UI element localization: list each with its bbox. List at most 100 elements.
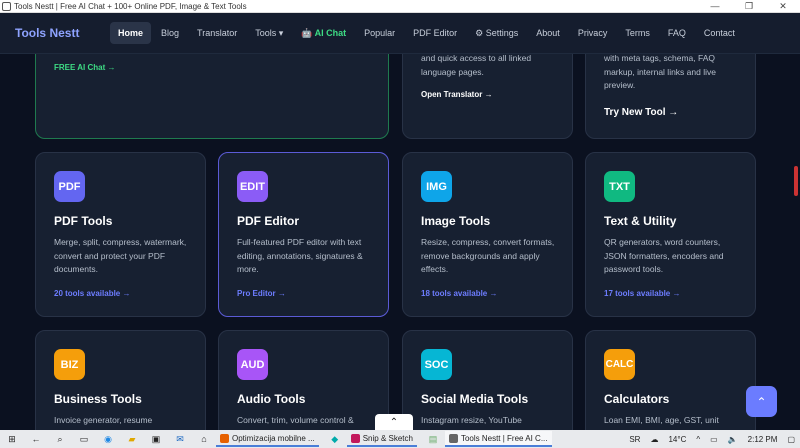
card-link[interactable]: 18 tools available → [421,289,497,298]
new-tool-card-link[interactable]: Try New Tool → [604,107,678,118]
outlook-icon[interactable]: ✉ [173,433,187,445]
taskbar-app-label: Snip & Sketch [362,433,413,443]
brand-logo[interactable]: Tools Nestt [15,26,110,40]
social-icon: SOC [421,349,452,380]
minimize-button[interactable]: — [698,1,732,11]
file-explorer-icon[interactable]: ▰ [125,433,139,445]
page-scrollbar[interactable] [792,54,800,430]
app-icon[interactable]: ◆ [328,433,342,445]
nav-terms[interactable]: Terms [617,22,658,44]
main-content: FREE AI Chat → and quick access to all l… [0,54,792,430]
temperature[interactable]: 14°C [668,435,686,444]
card-link[interactable]: 17 tools available → [604,289,680,298]
category-card[interactable]: EDIT PDF Editor Full-featured PDF editor… [218,152,389,317]
ai-chat-card-link[interactable]: FREE AI Chat → [54,63,115,72]
display-icon[interactable]: ▭ [710,435,718,444]
notepad-icon[interactable]: ▤ [426,433,440,445]
text-icon: TXT [604,171,635,202]
card-title: Image Tools [421,214,491,228]
network-app-icon[interactable]: ⌂ [197,433,211,445]
nav-menu: Home Blog Translator Tools ▾ 🤖 AI Chat P… [110,22,745,45]
window-title: Tools Nestt | Free AI Chat + 100+ Online… [14,1,247,11]
search-icon[interactable]: ⌕ [53,433,67,445]
firefox-icon [220,433,229,443]
task-view-icon[interactable]: ▭ [77,433,91,445]
pdf-icon: PDF [54,171,85,202]
nav-home[interactable]: Home [110,22,152,44]
top-navbar: Tools Nestt Home Blog Translator Tools ▾… [0,13,800,54]
robot-icon: 🤖 [301,27,315,38]
nav-popular[interactable]: Popular [356,22,403,44]
notifications-icon[interactable]: ▢ [787,435,795,444]
tray-chevron-icon[interactable]: ^ [696,435,700,444]
category-card[interactable]: TXT Text & Utility QR generators, word c… [585,152,756,317]
nav-privacy[interactable]: Privacy [570,22,616,44]
taskbar-app-snip[interactable]: Snip & Sketch [346,431,417,447]
windows-taskbar: ⊞ ← ⌕ ▭ ◉ ▰ ▣ ✉ ⌂ Optimizacija mobilne .… [0,430,800,448]
new-tool-card[interactable]: with meta tags, schema, FAQ markup, inte… [585,54,756,139]
windows-start-icon[interactable]: ⊞ [5,433,19,445]
store-icon[interactable]: ▣ [149,433,163,445]
category-card[interactable]: IMG Image Tools Resize, compress, conver… [402,152,573,317]
nav-contact[interactable]: Contact [696,22,743,44]
card-title: Audio Tools [237,392,306,406]
card-link[interactable]: Pro Editor → [237,289,286,298]
card-title: Text & Utility [604,214,677,228]
translator-card-desc: and quick access to all linked language … [421,54,532,77]
taskbar-app-browser[interactable]: Tools Nestt | Free AI C... [444,431,552,447]
window-titlebar: Tools Nestt | Free AI Chat + 100+ Online… [0,0,800,13]
category-card[interactable]: AUD Audio Tools Convert, trim, volume co… [218,330,389,430]
nav-about[interactable]: About [528,22,568,44]
category-card[interactable]: BIZ Business Tools Invoice generator, re… [35,330,206,430]
back-arrow-icon[interactable]: ← [29,433,43,445]
nav-pdf-editor[interactable]: PDF Editor [405,22,465,44]
clock[interactable]: 2:12 PM [748,435,778,444]
new-tool-card-desc: with meta tags, schema, FAQ markup, inte… [604,54,716,91]
close-window-button[interactable]: ✕ [766,1,800,12]
card-desc: QR generators, word counters, JSON forma… [604,237,724,275]
nav-settings-label: Settings [485,27,519,38]
snip-sketch-icon [350,433,360,443]
translator-card[interactable]: and quick access to all linked language … [402,54,573,139]
restore-button[interactable]: ❐ [732,1,766,12]
translator-card-link[interactable]: Open Translator → [421,90,493,99]
edit-icon: EDIT [237,171,268,202]
nav-settings[interactable]: ⚙ Settings [467,22,526,45]
category-card[interactable]: PDF PDF Tools Merge, split, compress, wa… [35,152,206,317]
system-tray: SR ☁ 14°C ^ ▭ 🔈 2:12 PM ▢ [624,435,800,444]
calculator-icon: CALC [604,349,635,380]
card-desc: Instagram resize, YouTube [421,415,522,425]
language-indicator[interactable]: SR [629,435,640,444]
nav-faq[interactable]: FAQ [660,22,694,44]
chevron-up-icon[interactable]: ⌃ [375,414,413,430]
scroll-to-top-button[interactable]: ⌃ [746,386,777,417]
nav-tools-dropdown[interactable]: Tools ▾ [247,22,291,45]
nav-translator[interactable]: Translator [189,22,245,44]
edge-icon[interactable]: ◉ [101,433,115,445]
ai-chat-card[interactable]: FREE AI Chat → [35,54,389,139]
taskbar-app-label: Optimizacija mobilne ... [232,433,315,443]
card-link[interactable]: 20 tools available → [54,289,130,298]
card-title: Social Media Tools [421,392,529,406]
browser-tab-icon [448,433,458,443]
site-favicon-icon [2,1,11,11]
weather-icon[interactable]: ☁ [650,435,658,444]
scrollbar-thumb[interactable] [794,166,798,196]
card-desc: Full-featured PDF editor with text editi… [237,237,363,275]
nav-ai-chat[interactable]: 🤖 AI Chat [293,22,354,45]
taskbar-app-firefox[interactable]: Optimizacija mobilne ... [216,431,319,447]
volume-icon[interactable]: 🔈 [728,435,738,444]
card-desc: Merge, split, compress, watermark, conve… [54,237,187,275]
taskbar-app-label: Tools Nestt | Free AI C... [460,433,548,443]
nav-ai-chat-label: AI Chat [314,27,347,38]
category-card[interactable]: SOC Social Media Tools Instagram resize,… [402,330,573,430]
category-card[interactable]: CALC Calculators Loan EMI, BMI, age, GST… [585,330,756,430]
nav-blog[interactable]: Blog [153,22,187,44]
card-desc: Loan EMI, BMI, age, GST, unit [604,415,719,425]
card-title: PDF Tools [54,214,113,228]
card-desc: Convert, trim, volume control & [237,415,354,425]
gear-icon: ⚙ [475,27,486,38]
business-icon: BIZ [54,349,85,380]
audio-icon: AUD [237,349,268,380]
image-icon: IMG [421,171,452,202]
